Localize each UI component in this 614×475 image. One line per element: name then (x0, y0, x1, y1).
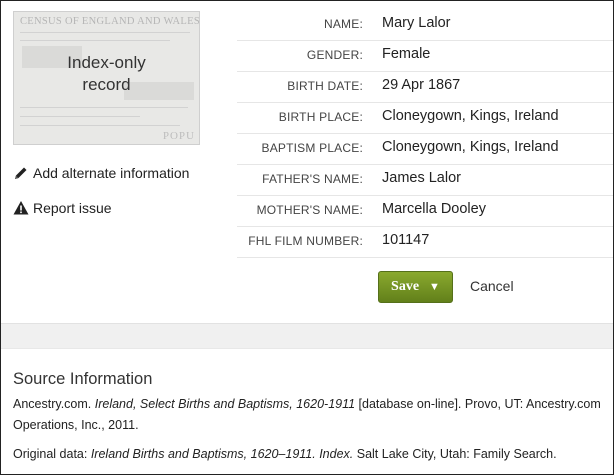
section-divider (1, 323, 613, 349)
warning-icon (13, 201, 29, 215)
thumbnail-rule (20, 40, 170, 41)
index-only-label-line1: Index-only (67, 53, 146, 72)
field-row-birth-date: BIRTH DATE: 29 Apr 1867 (237, 71, 613, 103)
field-label: BAPTISM PLACE: (261, 141, 363, 155)
original-data-title: Ireland Births and Baptisms, 1620–1911. … (90, 447, 354, 461)
thumbnail-footer-text: POPU (162, 130, 195, 142)
field-value: Marcella Dooley (382, 201, 486, 217)
field-value: 101147 (382, 232, 430, 248)
source-original-data: Original data: Ireland Births and Baptis… (13, 444, 609, 465)
original-data-text: Salt Lake City, Utah: Family Search. (353, 447, 557, 461)
field-label: GENDER: (306, 48, 363, 62)
record-thumbnail[interactable]: CENSUS OF ENGLAND AND WALES Index-only r… (13, 11, 200, 145)
field-value: Mary Lalor (382, 15, 451, 31)
field-row-fathers-name: FATHER'S NAME: James Lalor (237, 164, 613, 196)
citation-text: Ancestry.com. (13, 397, 95, 411)
field-label: BIRTH DATE: (287, 79, 363, 93)
field-row-birth-place: BIRTH PLACE: Cloneygown, Kings, Ireland (237, 102, 613, 134)
pencil-icon (15, 167, 27, 179)
thumbnail-header-text: CENSUS OF ENGLAND AND WALES (20, 16, 200, 27)
citation-title: Ireland, Select Births and Baptisms, 162… (94, 397, 356, 411)
field-value: 29 Apr 1867 (382, 77, 461, 93)
field-label: NAME: (323, 17, 363, 31)
field-row-mothers-name: MOTHER'S NAME: Marcella Dooley (237, 195, 613, 227)
thumbnail-rule (20, 116, 140, 117)
dropdown-caret-icon[interactable]: ▼ (429, 281, 440, 293)
add-alternate-link[interactable]: Add alternate information (13, 165, 189, 181)
add-alternate-label: Add alternate information (33, 165, 190, 181)
field-row-name: NAME: Mary Lalor (237, 9, 613, 41)
field-label: MOTHER'S NAME: (256, 203, 363, 217)
field-label: FATHER'S NAME: (262, 172, 363, 186)
report-issue-link[interactable]: Report issue (13, 200, 112, 216)
field-row-baptism-place: BAPTISM PLACE: Cloneygown, Kings, Irelan… (237, 133, 613, 165)
field-value: Cloneygown, Kings, Ireland (382, 108, 559, 124)
field-value: Female (382, 46, 431, 62)
thumbnail-rule (20, 32, 190, 33)
save-button-label: Save (391, 279, 420, 294)
thumbnail-rule (20, 107, 188, 108)
source-information-heading: Source Information (13, 370, 153, 388)
field-value: James Lalor (382, 170, 461, 186)
record-panel: CENSUS OF ENGLAND AND WALES Index-only r… (0, 0, 614, 475)
original-data-text: Original data: (13, 447, 91, 461)
field-row-film-number: FHL FILM NUMBER: 101147 (237, 226, 613, 258)
field-row-gender: GENDER: Female (237, 40, 613, 72)
report-issue-label: Report issue (33, 200, 112, 216)
field-value: Cloneygown, Kings, Ireland (382, 139, 559, 155)
save-button[interactable]: Save ▼ (378, 271, 453, 303)
field-label: BIRTH PLACE: (278, 110, 363, 124)
index-only-label: Index-only record (14, 52, 199, 96)
source-citation: Ancestry.com. Ireland, Select Births and… (13, 394, 609, 436)
field-label: FHL FILM NUMBER: (248, 234, 363, 248)
index-only-label-line2: record (82, 75, 131, 94)
cancel-link[interactable]: Cancel (470, 278, 514, 294)
thumbnail-rule (20, 125, 180, 126)
